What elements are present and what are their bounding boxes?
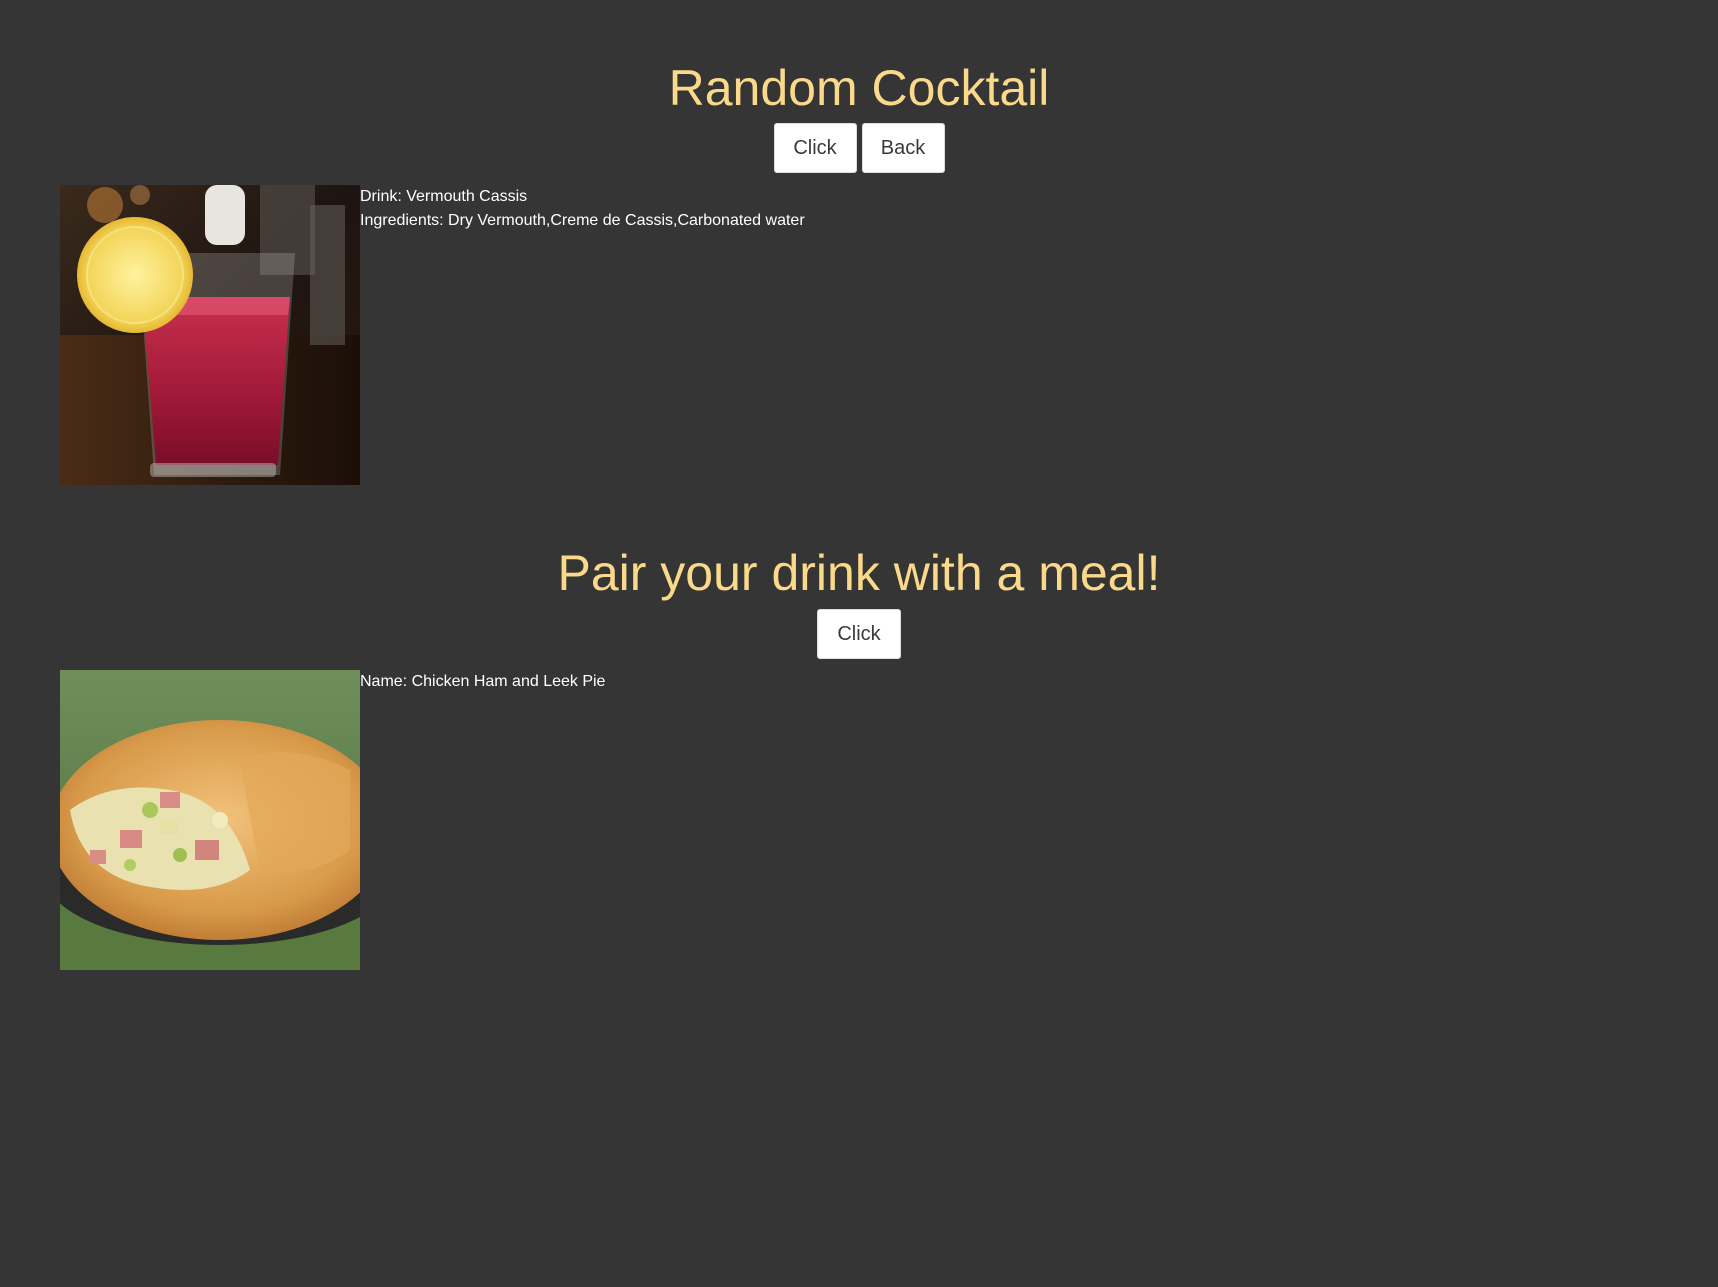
ingredients-text: Ingredients: Dry Vermouth,Creme de Cassi… — [360, 212, 805, 229]
cocktail-card: Drink: Vermouth Cassis Ingredients: Dry … — [60, 185, 805, 485]
cocktail-heading: Random Cocktail — [668, 60, 1050, 116]
meal-button-row: Click — [0, 609, 1718, 659]
meal-heading: Pair your drink with a meal! — [557, 545, 1161, 601]
cocktail-info: Drink: Vermouth Cassis Ingredients: Dry … — [360, 185, 805, 233]
page: Random Cocktail Click Back Drink: Vermou… — [0, 0, 1718, 1287]
back-button[interactable]: Back — [861, 123, 945, 173]
meal-click-button[interactable]: Click — [817, 609, 901, 659]
cocktail-image — [60, 185, 360, 485]
meal-info: Name: Chicken Ham and Leek Pie — [360, 670, 605, 694]
cocktail-button-row: Click Back — [0, 123, 1718, 173]
meal-card: Name: Chicken Ham and Leek Pie — [60, 670, 605, 970]
meal-image — [60, 670, 360, 970]
cocktail-click-button[interactable]: Click — [773, 123, 857, 173]
drink-name-text: Drink: Vermouth Cassis — [360, 188, 528, 205]
meal-name-text: Name: Chicken Ham and Leek Pie — [360, 673, 606, 690]
